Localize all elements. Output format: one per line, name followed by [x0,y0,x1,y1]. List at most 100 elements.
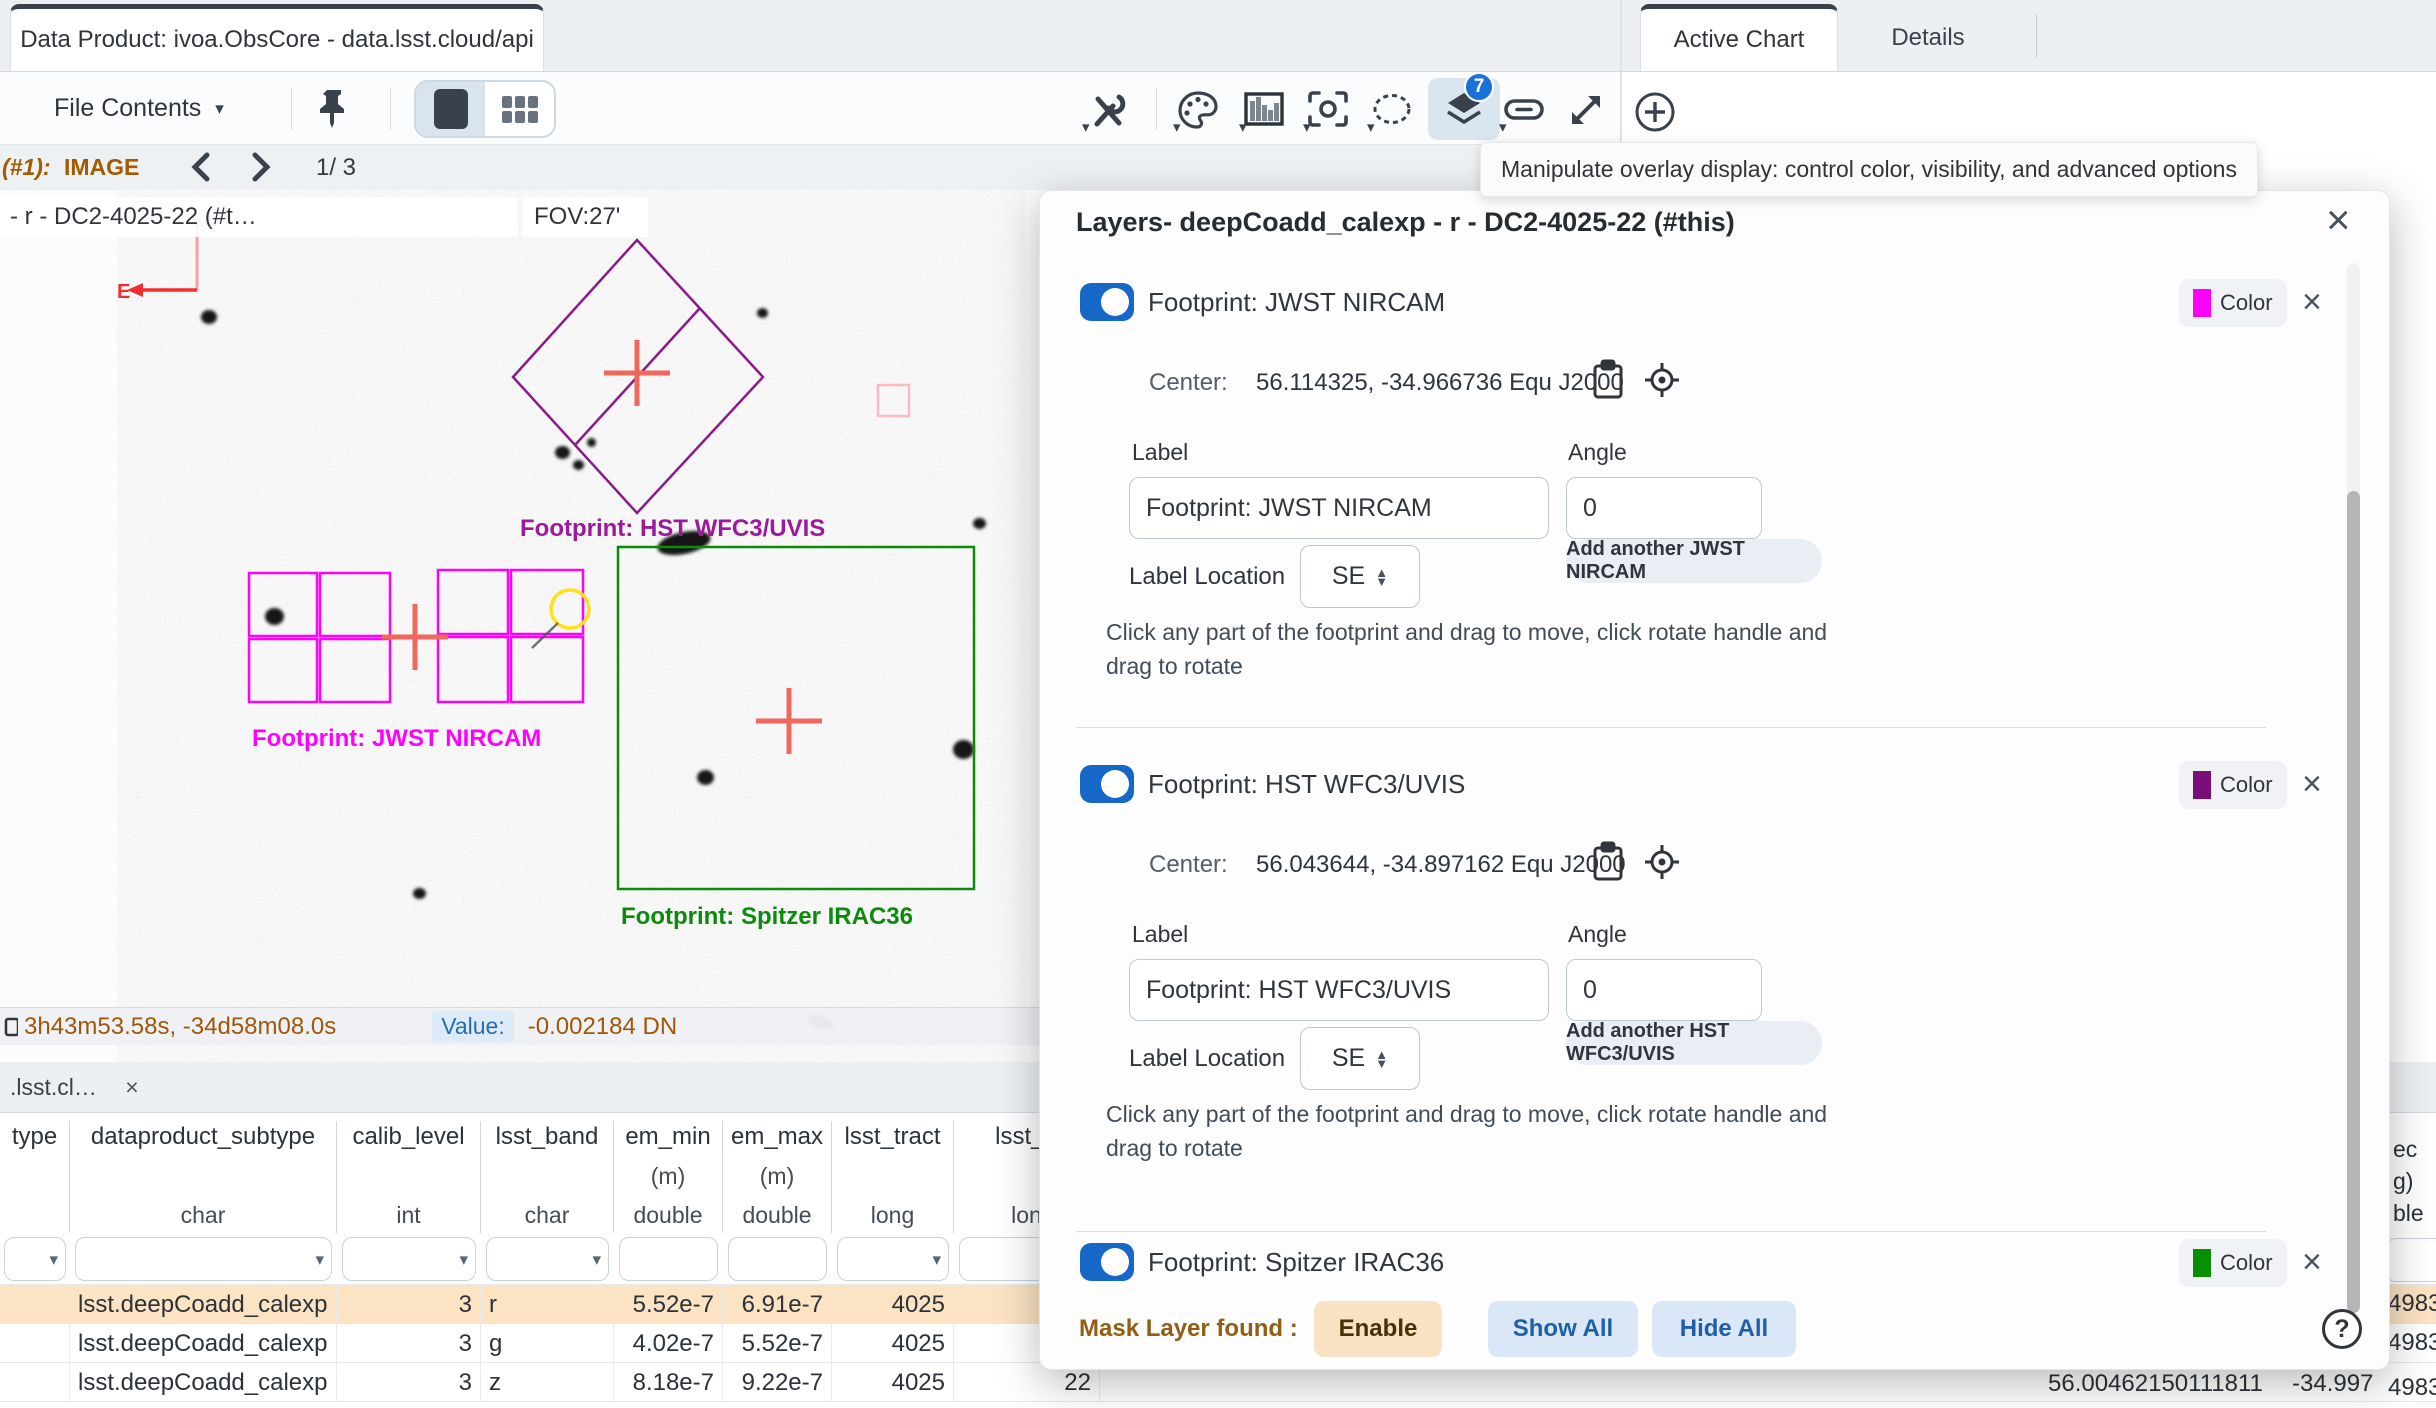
catalog-marker-square [876,383,911,418]
single-view-button[interactable] [416,82,485,136]
column-filter-input[interactable]: ▾ [342,1237,476,1281]
column-filter-input[interactable] [619,1237,718,1281]
column-filter-input[interactable]: ▾ [75,1237,332,1281]
section-divider [1076,1231,2266,1232]
help-text: drag to rotate [1106,1135,1243,1161]
stepper-icon: ▲ ▼ [1375,564,1389,589]
column-header[interactable]: em_min (m) double [614,1121,723,1233]
spitzer-footprint-label: Footprint: Spitzer IRAC36 [621,903,913,930]
angle-input[interactable] [1566,477,1762,539]
clipped-cell-fragment: 4983 [2388,1329,2436,1356]
top-tab-bar: Data Product: ivoa.ObsCore - data.lsst.c… [0,0,2436,72]
color-palette-icon[interactable] [1176,88,1220,132]
locate-icon[interactable] [1643,843,1681,881]
column-header[interactable]: lsst_band char [481,1121,614,1233]
hide-all-button[interactable]: Hide All [1652,1301,1796,1357]
chevron-down-icon: ▾ [1367,119,1375,136]
help-text: Click any part of the footprint and drag… [1106,1101,1828,1127]
selection-ellipse-icon[interactable] [1370,88,1414,132]
table-tab[interactable]: .lsst.cl… × [10,1074,139,1101]
chevron-down-icon: ▾ [1173,119,1181,136]
angle-input[interactable] [1566,959,1762,1021]
column-filter-input[interactable]: ▾ [837,1237,949,1281]
readout-lock-icon[interactable] [2,1015,18,1039]
add-another-hst-button[interactable]: Add another HST WFC3/UVIS [1566,1020,1822,1065]
tools-icon[interactable] [1085,88,1129,132]
rotate-handle-line [531,622,559,649]
chevron-down-icon: ▾ [1303,119,1311,136]
section-title: Footprint: Spitzer IRAC36 [1148,1247,1445,1277]
single-view-icon [433,89,468,129]
clipboard-icon[interactable] [1591,359,1625,401]
dialog-scrollbar-thumb[interactable] [2347,491,2360,1313]
column-filter-input[interactable]: ▾ [4,1237,66,1281]
footprint-overlay: E Footprint: HST WFC3/UVIS Footprint: JW… [117,212,976,930]
clipped-filter-input[interactable] [2386,1238,2436,1282]
spitzer-visibility-toggle[interactable] [1080,1243,1134,1281]
remove-layer-icon[interactable]: × [2302,767,2322,801]
file-contents-dropdown[interactable]: File Contents ▾ [54,72,224,145]
tab-data-product[interactable]: Data Product: ivoa.ObsCore - data.lsst.c… [10,4,544,71]
locate-icon[interactable] [1643,361,1681,399]
stepper-icon: ▲ ▼ [1375,1046,1389,1071]
angle-caption: Angle [1568,439,1627,465]
column-header[interactable]: lsst_tract long [832,1121,954,1233]
sky-image[interactable]: E Footprint: HST WFC3/UVIS Footprint: JW… [117,190,1025,1062]
close-icon[interactable]: × [125,1074,138,1100]
toolbar-separator [291,88,292,130]
show-all-button[interactable]: Show All [1488,1301,1638,1357]
chevron-down-icon: ▾ [1239,119,1247,136]
column-header[interactable]: type [0,1121,70,1233]
hst-visibility-toggle[interactable] [1080,765,1134,803]
readout-value: -0.002184 DN [527,1012,678,1040]
close-icon[interactable]: × [2326,199,2351,241]
column-header[interactable]: calib_level int [337,1121,481,1233]
remove-layer-icon[interactable]: × [2302,285,2322,319]
add-another-jwst-button[interactable]: Add another JWST NIRCAM [1566,538,1822,583]
label-location-select[interactable]: SE ▲ ▼ [1300,1027,1420,1090]
clipboard-icon[interactable] [1591,841,1625,883]
recenter-icon[interactable] [1306,88,1350,132]
clipped-column-header-fragment: ec [2393,1136,2418,1162]
column-filter-input[interactable]: ▾ [486,1237,609,1281]
table-row-partial [0,1401,2436,1408]
column-header[interactable]: em_max (m) double [723,1121,832,1233]
label-location-select[interactable]: SE ▲ ▼ [1300,545,1420,608]
pin-icon[interactable] [312,86,356,130]
file-contents-label: File Contents [54,94,202,122]
tab-details-label: Details [1891,23,1965,51]
tab-divider [2036,14,2037,58]
previous-image-icon[interactable] [188,152,214,187]
jwst-color-button[interactable]: Color [2179,279,2287,327]
label-input[interactable] [1129,477,1549,539]
hst-color-button[interactable]: Color [2179,761,2287,809]
tab-details[interactable]: Details [1848,4,2008,71]
column-header[interactable]: dataproduct_subtype char [70,1121,337,1233]
frame-prefix: (#1): [2,154,51,180]
hst-footprint-label: Footprint: HST WFC3/UVIS [520,515,825,542]
dialog-title: Layers- deepCoadd_calexp - r - DC2-4025-… [1076,207,1735,237]
spitzer-footprint[interactable] [616,545,976,891]
add-chart-icon[interactable] [1632,89,1678,135]
table-tab-label: .lsst.cl… [10,1074,97,1100]
tab-data-product-label: Data Product: ivoa.ObsCore - data.lsst.c… [20,26,534,53]
mask-layer-label: Mask Layer found : [1079,1315,1298,1342]
tab-active-chart[interactable]: Active Chart [1640,4,1838,71]
histogram-stretch-icon[interactable] [1242,88,1286,132]
enable-button[interactable]: Enable [1314,1301,1442,1357]
tooltip: Manipulate overlay display: control colo… [1480,142,2258,197]
jwst-visibility-toggle[interactable] [1080,283,1134,321]
link-wcs-icon[interactable] [1502,88,1546,132]
remove-layer-icon[interactable]: × [2302,1245,2322,1279]
spitzer-color-button[interactable]: Color [2179,1239,2287,1287]
image-toolbar: File Contents ▾ ▾ ▾ ▾ ▾ ▾ 7 ▾ [0,72,1620,145]
image-title-chip: - r - DC2-4025-22 (#t… [0,197,518,237]
label-input[interactable] [1129,959,1549,1021]
expand-arrows-icon[interactable] [1564,88,1608,132]
column-filter-input[interactable] [728,1237,827,1281]
help-icon[interactable]: ? [2322,1309,2362,1349]
image-page-indicator: 1/ 3 [316,154,357,181]
grid-view-button[interactable] [485,82,554,136]
next-image-icon[interactable] [248,152,274,187]
clipped-cell-fragment: 4983 [2388,1290,2436,1317]
